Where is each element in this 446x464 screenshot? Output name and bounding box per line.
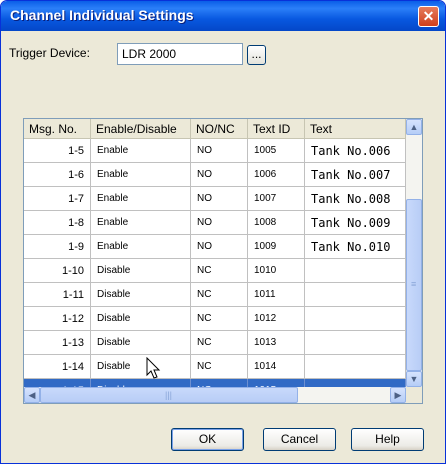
enable-disable-cell[interactable]: Enable: [91, 235, 191, 259]
msg-no-cell[interactable]: 1-10: [24, 259, 91, 283]
trigger-device-label: Trigger Device:: [9, 46, 90, 60]
close-icon: ✕: [422, 8, 435, 24]
dialog-window: Channel Individual Settings ✕ Trigger De…: [0, 0, 446, 464]
settings-table: Msg. No. Enable/Disable NO/NC Text ID Te…: [23, 118, 423, 404]
mouse-pointer-icon: [146, 357, 161, 379]
text-id-cell[interactable]: 1012: [248, 307, 305, 331]
horizontal-scrollbar[interactable]: ◀ ||| ▶: [24, 387, 406, 403]
browse-button[interactable]: ...: [247, 45, 266, 65]
chevron-up-icon: ▲: [409, 122, 419, 132]
enable-disable-cell[interactable]: Enable: [91, 163, 191, 187]
column-header-no-nc[interactable]: NO/NC: [191, 119, 248, 139]
column-header-text[interactable]: Text: [305, 119, 406, 139]
enable-disable-cell[interactable]: Disable: [91, 355, 191, 379]
help-button[interactable]: Help: [351, 428, 424, 451]
scroll-left-button[interactable]: ◀: [24, 387, 40, 403]
text-cell[interactable]: Tank No.007: [305, 163, 406, 187]
scroll-right-button[interactable]: ▶: [390, 387, 406, 403]
table-row[interactable]: 1-12 Disable NC 1012: [24, 307, 406, 331]
no-nc-cell[interactable]: NO: [191, 211, 248, 235]
chevron-left-icon: ◀: [28, 390, 36, 400]
trigger-device-field[interactable]: LDR 2000: [117, 43, 243, 65]
column-header-enable-disable[interactable]: Enable/Disable: [91, 119, 191, 139]
msg-no-cell[interactable]: 1-12: [24, 307, 91, 331]
close-button[interactable]: ✕: [418, 6, 439, 27]
ok-button[interactable]: OK: [171, 428, 244, 451]
no-nc-cell[interactable]: NO: [191, 163, 248, 187]
window-title: Channel Individual Settings: [10, 7, 194, 23]
msg-no-cell[interactable]: 1-9: [24, 235, 91, 259]
thumb-grip-icon: ≡: [411, 279, 417, 289]
text-id-cell[interactable]: 1006: [248, 163, 305, 187]
thumb-grip-icon: |||: [165, 390, 173, 400]
text-id-cell[interactable]: 1005: [248, 139, 305, 163]
text-cell[interactable]: Tank No.010: [305, 235, 406, 259]
text-id-cell[interactable]: 1009: [248, 235, 305, 259]
text-cell[interactable]: Tank No.009: [305, 211, 406, 235]
title-bar[interactable]: Channel Individual Settings ✕: [1, 1, 445, 31]
table-row[interactable]: 1-7 Enable NO 1007 Tank No.008: [24, 187, 406, 211]
chevron-right-icon: ▶: [394, 390, 402, 400]
text-cell[interactable]: Tank No.006: [305, 139, 406, 163]
text-id-cell[interactable]: 1013: [248, 331, 305, 355]
msg-no-cell[interactable]: 1-5: [24, 139, 91, 163]
no-nc-cell[interactable]: NC: [191, 307, 248, 331]
enable-disable-cell[interactable]: Disable: [91, 307, 191, 331]
text-cell[interactable]: [305, 355, 406, 379]
table-row[interactable]: 1-14 Disable NC 1014: [24, 355, 406, 379]
table-row[interactable]: 1-6 Enable NO 1006 Tank No.007: [24, 163, 406, 187]
table-row[interactable]: 1-5 Enable NO 1005 Tank No.006: [24, 139, 406, 163]
no-nc-cell[interactable]: NC: [191, 283, 248, 307]
msg-no-cell[interactable]: 1-14: [24, 355, 91, 379]
table-row[interactable]: 1-13 Disable NC 1013: [24, 331, 406, 355]
text-id-cell[interactable]: 1014: [248, 355, 305, 379]
chevron-down-icon: ▼: [409, 374, 419, 384]
msg-no-cell[interactable]: 1-7: [24, 187, 91, 211]
horizontal-scroll-thumb[interactable]: |||: [40, 387, 298, 403]
table-row[interactable]: 1-9 Enable NO 1009 Tank No.010: [24, 235, 406, 259]
vertical-scroll-thumb[interactable]: ≡: [406, 199, 422, 371]
no-nc-cell[interactable]: NO: [191, 187, 248, 211]
msg-no-cell[interactable]: 1-6: [24, 163, 91, 187]
enable-disable-cell[interactable]: Enable: [91, 211, 191, 235]
enable-disable-cell[interactable]: Disable: [91, 259, 191, 283]
scroll-up-button[interactable]: ▲: [406, 119, 422, 135]
scrollbar-corner: [406, 387, 422, 403]
text-id-cell[interactable]: 1008: [248, 211, 305, 235]
enable-disable-cell[interactable]: Disable: [91, 283, 191, 307]
enable-disable-cell[interactable]: Disable: [91, 331, 191, 355]
text-cell[interactable]: [305, 307, 406, 331]
text-cell[interactable]: [305, 283, 406, 307]
msg-no-cell[interactable]: 1-13: [24, 331, 91, 355]
enable-disable-cell[interactable]: Enable: [91, 187, 191, 211]
text-cell[interactable]: [305, 259, 406, 283]
cancel-button[interactable]: Cancel: [263, 428, 336, 451]
no-nc-cell[interactable]: NC: [191, 331, 248, 355]
no-nc-cell[interactable]: NC: [191, 355, 248, 379]
table-row[interactable]: 1-10 Disable NC 1010: [24, 259, 406, 283]
text-cell[interactable]: Tank No.008: [305, 187, 406, 211]
dialog-body: Trigger Device: LDR 2000 ... Msg. No. En…: [4, 31, 442, 460]
table-row[interactable]: 1-8 Enable NO 1008 Tank No.009: [24, 211, 406, 235]
column-header-msg-no[interactable]: Msg. No.: [24, 119, 91, 139]
msg-no-cell[interactable]: 1-8: [24, 211, 91, 235]
no-nc-cell[interactable]: NC: [191, 259, 248, 283]
vertical-scrollbar[interactable]: ▲ ≡ ▼: [406, 119, 422, 387]
msg-no-cell[interactable]: 1-11: [24, 283, 91, 307]
column-header-text-id[interactable]: Text ID: [248, 119, 305, 139]
text-cell[interactable]: [305, 331, 406, 355]
text-id-cell[interactable]: 1011: [248, 283, 305, 307]
text-id-cell[interactable]: 1010: [248, 259, 305, 283]
enable-disable-cell[interactable]: Enable: [91, 139, 191, 163]
scroll-down-button[interactable]: ▼: [406, 371, 422, 387]
no-nc-cell[interactable]: NO: [191, 139, 248, 163]
no-nc-cell[interactable]: NO: [191, 235, 248, 259]
table-row[interactable]: 1-11 Disable NC 1011: [24, 283, 406, 307]
text-id-cell[interactable]: 1007: [248, 187, 305, 211]
